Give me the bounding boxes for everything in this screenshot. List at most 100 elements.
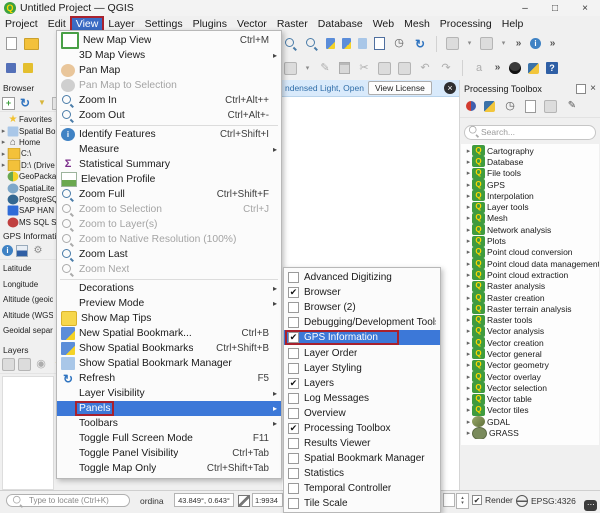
win-max-icon[interactable]: □ [540,1,570,16]
panels-submenu-item[interactable]: Layer Styling [284,361,440,376]
comment-gray-icon[interactable] [544,100,557,113]
processing-category[interactable]: Q Layer tools [461,201,599,212]
checkbox[interactable] [288,423,299,434]
browser-tree-item[interactable]: D:\ (Drive [0,160,56,171]
view-menu-item[interactable]: Zoom Full Ctrl+Shift+F [57,187,281,202]
menubar-item[interactable]: Raster [272,17,313,31]
processing-category[interactable]: Q Raster tools [461,314,599,325]
menubar-item[interactable]: Vector [232,17,272,31]
view-menu-item[interactable]: Σ Statistical Summary [57,157,281,172]
magnifier-stepper[interactable]: ▴▾ [456,493,469,509]
menubar-item[interactable]: View [71,17,104,31]
browser-tree-item[interactable]: ⌂ Home [0,137,56,148]
browser-tree-item[interactable]: MS SQL S [0,217,56,228]
folder-open-icon[interactable] [24,38,39,50]
view-menu-item[interactable]: Elevation Profile [57,172,281,187]
checkbox[interactable] [288,393,299,404]
view-menu-item[interactable]: New Spatial Bookmark... Ctrl+B [57,326,281,341]
view-menu-item[interactable]: i Identify Features Ctrl+Shift+I [57,127,281,142]
processing-category[interactable]: Q Vector analysis [461,326,599,337]
browser-tree-item[interactable]: GeoPacka [0,171,56,182]
layout-gray-icon[interactable] [480,37,493,50]
panels-submenu-item[interactable]: Tile Scale [284,496,440,511]
cube-yellow-icon[interactable] [23,63,33,73]
panels-submenu-item[interactable]: Temporal Controller [284,481,440,496]
expand-arrow-icon[interactable] [465,169,472,177]
expand-arrow-icon[interactable] [0,138,7,146]
crs-display[interactable]: EPSG:4326 [531,496,576,506]
dd-icon[interactable]: ▾ [304,61,311,75]
browser-tree-item[interactable]: ★ Favorites [0,114,56,125]
checkbox[interactable] [288,363,299,374]
history-icon[interactable]: ◷ [503,99,517,113]
trash-gray-icon[interactable] [339,62,350,74]
menubar-item[interactable]: Mesh [399,17,435,31]
close-panel-icon[interactable]: × [590,83,596,94]
add-overlay-icon[interactable]: + [2,97,15,110]
scale-display[interactable]: 1:9934 [252,493,283,507]
menubar-item[interactable]: Settings [140,17,188,31]
processing-category[interactable]: Q Vector overlay [461,371,599,382]
new-doc-icon[interactable] [6,37,17,50]
browser-tree-item[interactable]: SpatiaLite [0,182,56,193]
expand-arrow-icon[interactable] [465,327,472,335]
expand-arrow-icon[interactable] [465,214,472,222]
menubar-item[interactable]: Project [0,17,43,31]
expand-arrow-icon[interactable] [465,384,472,392]
browser-tree-item[interactable]: PostgreSQ [0,194,56,205]
refresh-tb-icon[interactable]: ↻ [413,37,427,51]
win-close-icon[interactable]: × [570,1,600,16]
panels-submenu-item[interactable]: Advanced Digitizing [284,270,440,285]
checkbox[interactable] [288,348,299,359]
bookmark-mgr-icon[interactable] [358,38,367,49]
panels-submenu-item[interactable]: Layer Order [284,345,440,360]
chart-blue-icon[interactable] [16,245,28,257]
processing-category[interactable]: Q Cartography [461,145,599,156]
view-menu-item[interactable]: Pan Map to Selection [57,78,281,93]
processing-category[interactable]: Q Vector geometry [461,360,599,371]
processing-category[interactable]: Q Vector selection [461,382,599,393]
expand-arrow-icon[interactable] [465,373,472,381]
expand-arrow-icon[interactable] [465,248,472,256]
message-icon[interactable]: ⋯ [584,500,597,511]
expand-arrow-icon[interactable] [465,361,472,369]
expand-arrow-icon[interactable] [465,192,472,200]
pencil-icon[interactable]: ✎ [565,99,579,113]
expand-arrow-icon[interactable] [465,305,472,313]
processing-category[interactable]: Q Vector general [461,348,599,359]
browser-tree-item[interactable]: SAP HAN [0,205,56,216]
layers-list[interactable] [2,376,54,490]
undo-gray-icon[interactable]: ↶ [418,61,432,75]
processing-category[interactable]: Q Raster terrain analysis [461,303,599,314]
panels-submenu-item[interactable]: Browser [284,285,440,300]
coordinate-display[interactable]: 43.849°, 0.643° [174,493,234,507]
processing-category[interactable]: Q Point cloud extraction [461,269,599,280]
view-menu-item[interactable]: Layer Visibility [57,386,281,401]
menubar-item[interactable]: Layer [103,17,139,31]
menubar-item[interactable]: Web [368,17,399,31]
panels-submenu-item[interactable]: Log Messages [284,391,440,406]
view-menu-item[interactable]: Panels [57,401,281,416]
view-menu-item[interactable]: Show Spatial Bookmarks Ctrl+Shift+B [57,341,281,356]
checkbox[interactable] [288,498,299,509]
scissors-gray-icon[interactable]: ✂ [357,61,371,75]
processing-category[interactable]: Q Vector table [461,394,599,405]
expand-arrow-icon[interactable] [465,282,472,290]
python-icon[interactable] [484,101,495,112]
dd-icon[interactable]: ▾ [466,37,473,51]
expand-arrow-icon[interactable] [465,260,472,268]
view-menu-item[interactable]: Show Spatial Bookmark Manager [57,356,281,371]
checkbox[interactable] [288,438,299,449]
processing-category[interactable]: GRASS [461,427,599,438]
checkbox[interactable] [288,468,299,479]
panels-submenu-item[interactable]: Overview [284,406,440,421]
checkbox[interactable] [288,453,299,464]
close-icon[interactable]: × [444,82,456,94]
menubar-item[interactable]: Processing [435,17,497,31]
view-menu-item[interactable]: Pan Map [57,63,281,78]
checkbox[interactable] [288,483,299,494]
bookmark-show-icon[interactable] [342,38,351,49]
view-menu-item[interactable]: New Map View Ctrl+M [57,33,281,48]
processing-category[interactable]: Q Point cloud conversion [461,247,599,258]
menubar-item[interactable]: Plugins [188,17,232,31]
